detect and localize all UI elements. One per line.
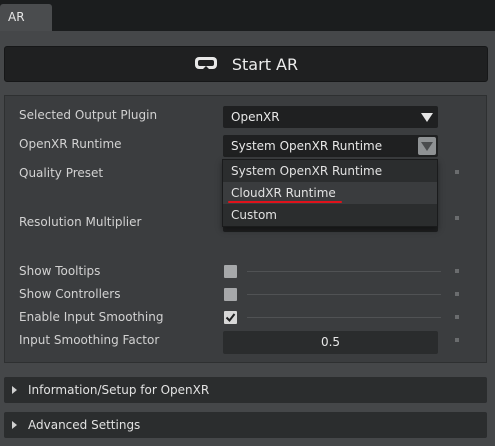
input-smoothing-factor-label: Input Smoothing Factor xyxy=(19,333,160,347)
menu-item-custom[interactable]: Custom xyxy=(223,204,437,226)
enable-input-smoothing-label: Enable Input Smoothing xyxy=(19,310,164,324)
openxr-runtime-value: System OpenXR Runtime xyxy=(231,139,383,153)
reset-indicator[interactable] xyxy=(455,292,459,296)
advanced-settings-section[interactable]: Advanced Settings xyxy=(4,412,487,438)
chevron-down-icon[interactable] xyxy=(418,108,436,126)
quality-preset-label: Quality Preset xyxy=(19,166,104,180)
chevron-right-icon xyxy=(12,421,17,429)
chevron-down-icon[interactable] xyxy=(418,137,436,155)
show-controllers-checkbox[interactable] xyxy=(224,288,237,301)
enable-input-smoothing-checkbox[interactable] xyxy=(224,311,237,324)
divider xyxy=(247,294,441,295)
openxr-runtime-label: OpenXR Runtime xyxy=(19,137,122,151)
settings-group: Selected Output Plugin OpenXR OpenXR Run… xyxy=(4,95,487,363)
divider xyxy=(247,317,441,318)
tab-ar[interactable]: AR xyxy=(0,4,52,31)
show-tooltips-label: Show Tooltips xyxy=(19,264,101,278)
reset-indicator[interactable] xyxy=(455,315,459,319)
start-ar-label: Start AR xyxy=(231,54,299,74)
reset-indicator[interactable] xyxy=(455,338,459,342)
input-smoothing-factor-slider[interactable]: 0.5 xyxy=(223,331,438,354)
reset-indicator[interactable] xyxy=(455,170,459,174)
openxr-runtime-dropdown[interactable]: System OpenXR Runtime xyxy=(223,135,438,157)
checkmark-icon xyxy=(225,313,236,323)
advanced-settings-label: Advanced Settings xyxy=(28,418,141,432)
ar-panel: Start AR Selected Output Plugin OpenXR O… xyxy=(0,31,495,446)
information-setup-label: Information/Setup for OpenXR xyxy=(28,383,210,397)
reset-indicator[interactable] xyxy=(455,269,459,273)
selected-output-plugin-dropdown[interactable]: OpenXR xyxy=(223,106,438,128)
selected-output-plugin-value: OpenXR xyxy=(231,110,280,124)
show-controllers-label: Show Controllers xyxy=(19,287,121,301)
menu-item-system-openxr[interactable]: System OpenXR Runtime xyxy=(223,160,437,182)
annotation-underline xyxy=(228,201,342,203)
resolution-multiplier-label: Resolution Multiplier xyxy=(19,215,142,229)
information-setup-section[interactable]: Information/Setup for OpenXR xyxy=(4,377,487,403)
show-tooltips-checkbox[interactable] xyxy=(224,265,237,278)
divider xyxy=(247,271,441,272)
tab-bar: AR xyxy=(0,0,495,31)
start-ar-button[interactable]: Start AR xyxy=(4,46,488,82)
vr-headset-icon xyxy=(194,57,217,69)
reset-indicator[interactable] xyxy=(455,216,459,220)
chevron-right-icon xyxy=(12,386,17,394)
openxr-runtime-menu: System OpenXR Runtime CloudXR Runtime Cu… xyxy=(222,159,438,227)
selected-output-plugin-label: Selected Output Plugin xyxy=(19,108,158,122)
